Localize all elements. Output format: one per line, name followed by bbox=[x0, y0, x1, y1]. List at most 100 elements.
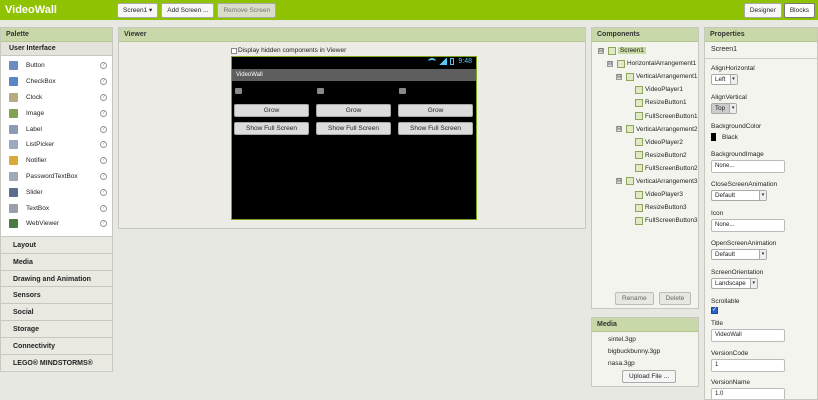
grow-button[interactable]: Grow bbox=[234, 104, 309, 117]
tree-item[interactable]: ResizeButton3 bbox=[592, 201, 698, 214]
palette-item-slider[interactable]: Slider? bbox=[1, 184, 112, 200]
palette-item-label: Image bbox=[26, 109, 45, 117]
version-code-label: VersionCode bbox=[711, 350, 749, 357]
tree-item[interactable]: ⊟ HorizontalArrangement1 bbox=[592, 57, 698, 70]
screen-select-button[interactable]: Screen1 ▾ bbox=[117, 2, 159, 18]
palette-category[interactable]: Social bbox=[1, 303, 112, 320]
media-file[interactable]: bigbuckbunny.3gp bbox=[608, 348, 660, 360]
media-file[interactable]: sintel.3gp bbox=[608, 336, 660, 348]
collapse-icon[interactable]: ⊟ bbox=[616, 73, 622, 80]
align-vertical-select[interactable]: Top ▾ bbox=[711, 103, 738, 114]
blocks-button[interactable]: Blocks bbox=[783, 3, 815, 18]
tree-item[interactable]: ⊟ Screen1 bbox=[592, 44, 698, 57]
display-hidden-label: Display hidden components in Viewer bbox=[238, 47, 347, 54]
tree-item[interactable]: ⊟ VerticalArrangement3 bbox=[592, 175, 698, 188]
tree-item-label: FullScreenButton2 bbox=[645, 164, 698, 172]
palette-category[interactable]: Drawing and Animation bbox=[1, 269, 112, 287]
add-screen-button[interactable]: Add Screen ... bbox=[161, 2, 215, 18]
palette-category[interactable]: Media bbox=[1, 252, 112, 270]
help-icon[interactable]: ? bbox=[100, 172, 107, 180]
palette-item-label: Button bbox=[26, 62, 45, 70]
palette-item-clock[interactable]: Clock? bbox=[1, 90, 112, 106]
tree-item[interactable]: FullScreenButton3 bbox=[592, 214, 698, 227]
show-full-screen-button[interactable]: Show Full Screen bbox=[316, 122, 391, 135]
palette-item-label: Clock bbox=[26, 93, 43, 101]
screen-orientation-select[interactable]: Landscape ▾ bbox=[711, 278, 758, 289]
tree-item[interactable]: VideoPlayer3 bbox=[592, 188, 698, 201]
version-name-field[interactable]: 1.0 bbox=[711, 388, 785, 399]
component-icon bbox=[635, 164, 643, 173]
tree-item[interactable]: ResizeButton1 bbox=[592, 96, 698, 109]
palette-item-checkbox[interactable]: CheckBox? bbox=[1, 74, 112, 90]
palette-item-listpicker[interactable]: ListPicker? bbox=[1, 137, 112, 153]
remove-screen-button[interactable]: Remove Screen bbox=[217, 2, 277, 18]
palette-panel: Palette User Interface Button? CheckBox? C… bbox=[0, 27, 113, 372]
component-tree: ⊟ Screen1 ⊟ HorizontalArrangement1 ⊟ Vertical… bbox=[592, 44, 698, 227]
open-animation-select[interactable]: Default ▾ bbox=[711, 249, 767, 260]
tree-item[interactable]: VideoPlayer2 bbox=[592, 136, 698, 149]
palette-category[interactable]: Connectivity bbox=[1, 336, 112, 354]
media-title: Media bbox=[592, 318, 698, 332]
palette-category[interactable]: Sensors bbox=[1, 286, 112, 304]
tree-item-label: ResizeButton3 bbox=[645, 204, 687, 212]
palette-section-user-interface[interactable]: User Interface bbox=[1, 42, 112, 56]
scrollable-checkbox[interactable]: ✓ bbox=[711, 307, 718, 314]
rename-button[interactable]: Rename bbox=[615, 292, 654, 305]
close-animation-select[interactable]: Default ▾ bbox=[711, 190, 767, 201]
palette-item-passwordtextbox[interactable]: PasswordTextBox? bbox=[1, 169, 112, 185]
palette-category[interactable]: LEGO® MINDSTORMS® bbox=[1, 353, 112, 371]
palette-item-webviewer[interactable]: WebViewer? bbox=[1, 216, 112, 232]
chevron-down-icon: ▾ bbox=[749, 279, 757, 288]
collapse-icon[interactable]: ⊟ bbox=[616, 178, 622, 185]
palette-item-button[interactable]: Button? bbox=[1, 58, 112, 74]
help-icon[interactable]: ? bbox=[100, 93, 107, 101]
display-hidden-checkbox[interactable] bbox=[231, 47, 237, 54]
palette-item-list: Button? CheckBox? Clock? Image? Label? ListPi… bbox=[1, 56, 112, 236]
tree-item-label: FullScreenButton1 bbox=[645, 112, 698, 120]
help-icon[interactable]: ? bbox=[100, 78, 107, 86]
collapse-icon[interactable]: ⊟ bbox=[598, 47, 604, 54]
grow-button[interactable]: Grow bbox=[398, 104, 473, 117]
palette-item-label[interactable]: Label? bbox=[1, 121, 112, 137]
tree-item[interactable]: ⊟ VerticalArrangement2 bbox=[592, 123, 698, 136]
component-icon bbox=[635, 98, 643, 107]
background-color-label: BackgroundColor bbox=[711, 123, 762, 130]
palette-category[interactable]: Storage bbox=[1, 319, 112, 337]
title-field[interactable]: VideoWall bbox=[711, 329, 785, 342]
align-horizontal-select[interactable]: Left ▾ bbox=[711, 74, 738, 85]
help-icon[interactable]: ? bbox=[100, 220, 107, 228]
open-animation-value: Default bbox=[715, 251, 735, 258]
signal-icon bbox=[439, 58, 448, 65]
palette-item-image[interactable]: Image? bbox=[1, 105, 112, 121]
icon-field[interactable]: None... bbox=[711, 219, 785, 232]
tree-item[interactable]: ⊟ VerticalArrangement1 bbox=[592, 70, 698, 83]
tree-item[interactable]: VideoPlayer1 bbox=[592, 83, 698, 96]
collapse-icon[interactable]: ⊟ bbox=[607, 60, 613, 67]
tree-item-label: VerticalArrangement2 bbox=[636, 125, 698, 133]
help-icon[interactable]: ? bbox=[100, 188, 107, 196]
help-icon[interactable]: ? bbox=[100, 62, 107, 70]
show-full-screen-button[interactable]: Show Full Screen bbox=[234, 122, 309, 135]
palette-category[interactable]: Layout bbox=[1, 236, 112, 253]
help-icon[interactable]: ? bbox=[100, 141, 107, 149]
tree-item[interactable]: ResizeButton2 bbox=[592, 149, 698, 162]
palette-item-textbox[interactable]: TextBox? bbox=[1, 200, 112, 216]
palette-item-notifier[interactable]: Notifier? bbox=[1, 153, 112, 169]
background-image-field[interactable]: None... bbox=[711, 160, 785, 173]
help-icon[interactable]: ? bbox=[100, 157, 107, 165]
upload-file-button[interactable]: Upload File ... bbox=[622, 370, 677, 383]
tree-item[interactable]: FullScreenButton1 bbox=[592, 109, 698, 122]
help-icon[interactable]: ? bbox=[100, 109, 107, 117]
background-color-picker[interactable]: Black bbox=[711, 133, 811, 141]
version-code-field[interactable]: 1 bbox=[711, 359, 785, 372]
designer-button[interactable]: Designer bbox=[743, 3, 782, 18]
display-hidden-components-toggle[interactable]: Display hidden components in Viewer bbox=[231, 47, 346, 54]
clock-icon bbox=[9, 92, 18, 102]
grow-button[interactable]: Grow bbox=[316, 104, 391, 117]
collapse-icon[interactable]: ⊟ bbox=[616, 126, 622, 133]
help-icon[interactable]: ? bbox=[100, 204, 107, 212]
tree-item[interactable]: FullScreenButton2 bbox=[592, 162, 698, 175]
show-full-screen-button[interactable]: Show Full Screen bbox=[398, 122, 473, 135]
help-icon[interactable]: ? bbox=[100, 125, 107, 133]
delete-button[interactable]: Delete bbox=[658, 292, 692, 305]
